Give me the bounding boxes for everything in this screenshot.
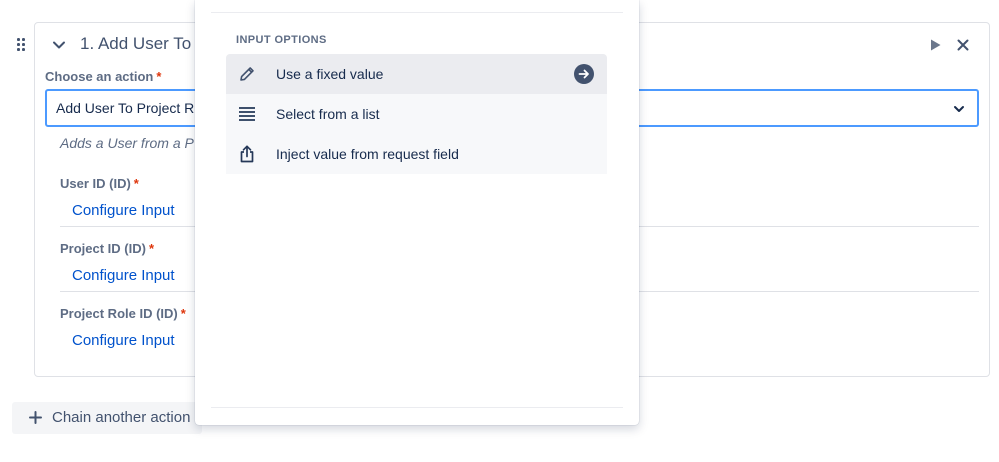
selected-action: Add User To Project R [56, 100, 195, 116]
choose-action-label: Choose an action * [45, 69, 162, 84]
collapse-chevron-icon[interactable] [52, 38, 66, 52]
close-icon[interactable] [957, 39, 969, 51]
share-icon [240, 145, 254, 163]
chain-another-action-button[interactable]: Chain another action [12, 402, 202, 434]
popup-divider [211, 407, 623, 408]
input-options-popup: INPUT OPTIONS Use a fixed value Select f… [195, 0, 639, 425]
action-description: Adds a User from a P [60, 135, 194, 151]
configure-project-role-id-link[interactable]: Configure Input [72, 332, 175, 349]
arrow-right-circle-icon [574, 64, 594, 84]
required-marker: * [156, 69, 162, 84]
required-marker: * [148, 241, 155, 256]
drag-handle-icon[interactable] [17, 37, 27, 53]
chevron-down-icon [954, 106, 964, 112]
user-id-label: User ID (ID) * [60, 176, 139, 191]
configure-project-id-link[interactable]: Configure Input [72, 267, 175, 284]
input-options-heading: INPUT OPTIONS [236, 34, 327, 46]
popup-divider [211, 12, 623, 13]
option-inject-request-field[interactable]: Inject value from request field [226, 134, 607, 174]
option-label: Select from a list [276, 106, 380, 122]
required-marker: * [133, 176, 139, 191]
plus-icon [29, 411, 42, 424]
option-label: Use a fixed value [276, 66, 384, 82]
option-label: Inject value from request field [276, 146, 459, 162]
option-select-from-list[interactable]: Select from a list [226, 94, 607, 134]
project-id-label: Project ID (ID) * [60, 241, 155, 256]
chain-button-label: Chain another action [52, 409, 191, 426]
action-title: 1. Add User To P [80, 34, 208, 53]
option-use-fixed-value[interactable]: Use a fixed value [226, 54, 607, 94]
configure-user-id-link[interactable]: Configure Input [72, 202, 175, 219]
project-role-id-label: Project Role ID (ID) * [60, 306, 186, 321]
required-marker: * [180, 306, 186, 321]
list-icon [239, 107, 255, 121]
run-icon[interactable] [930, 39, 941, 51]
pencil-icon [240, 67, 254, 81]
